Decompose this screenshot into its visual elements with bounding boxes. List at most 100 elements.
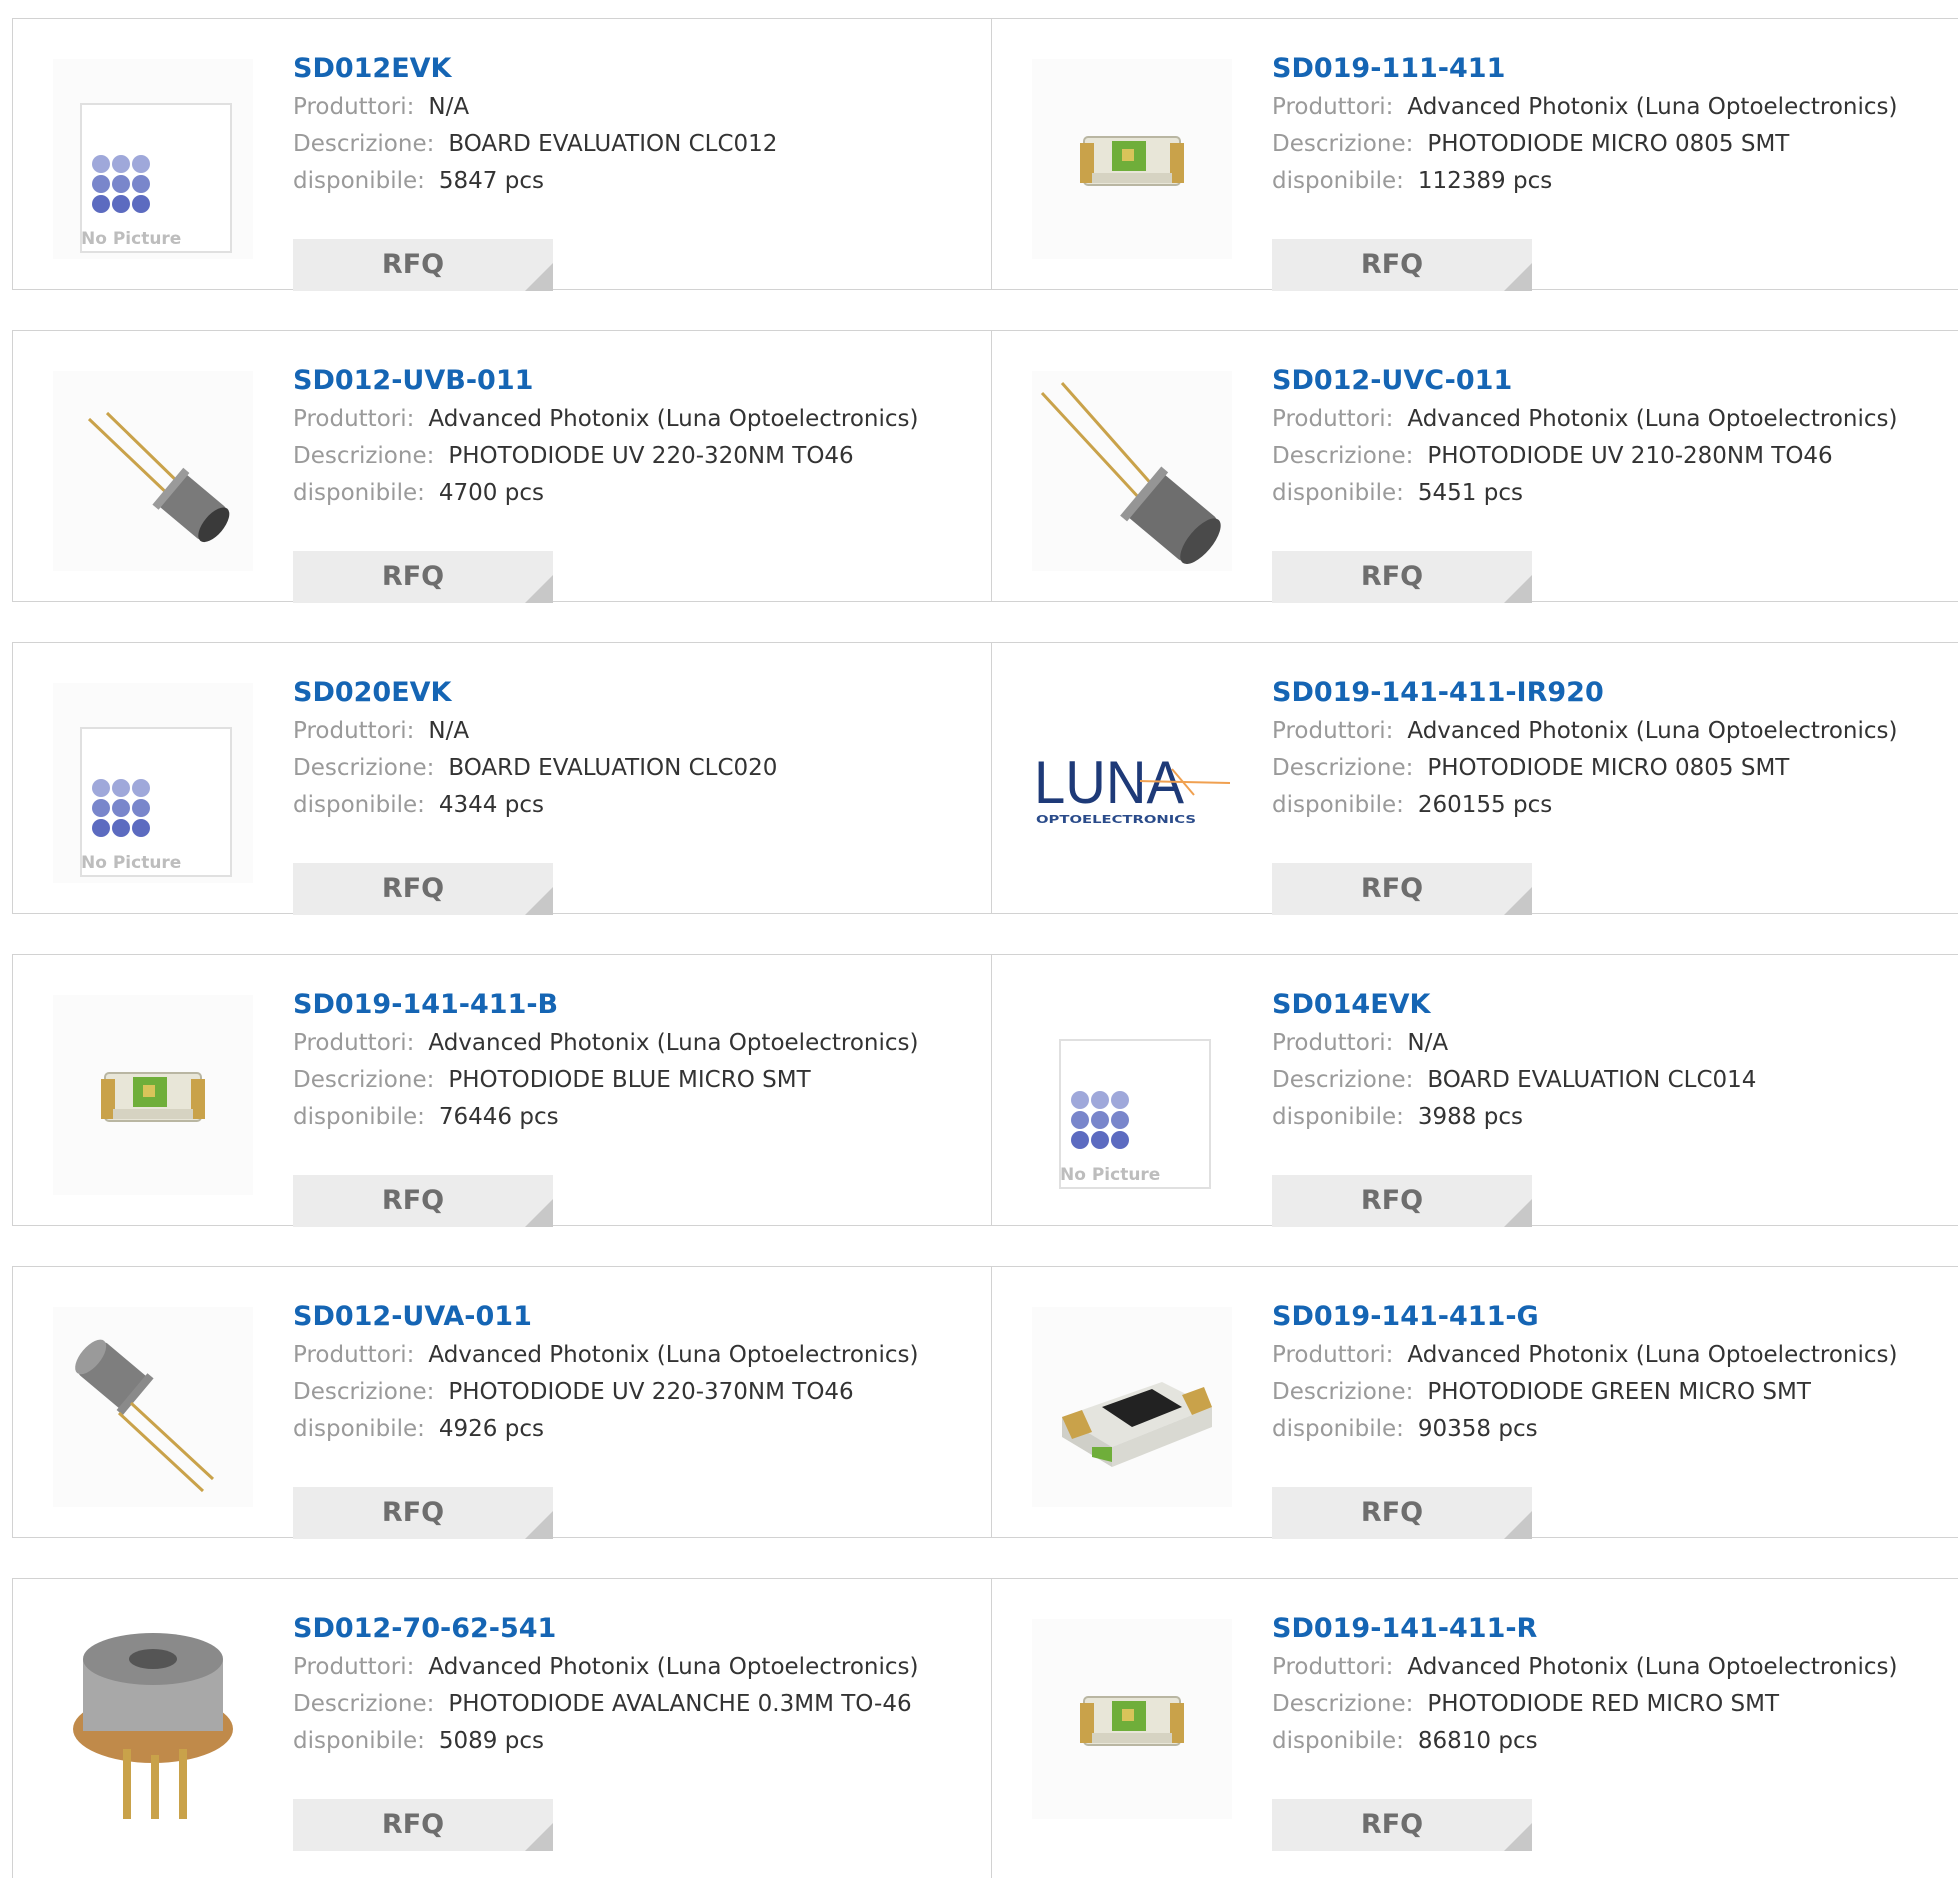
- manufacturer-value: Advanced Photonix (Luna Optoelectronics): [428, 1030, 919, 1056]
- corner-triangle-icon: [1504, 1199, 1532, 1227]
- rfq-button[interactable]: RFQ: [1272, 1487, 1532, 1539]
- rfq-button[interactable]: RFQ: [1272, 863, 1532, 915]
- rfq-button[interactable]: RFQ: [293, 1487, 553, 1539]
- product-image[interactable]: [53, 995, 253, 1195]
- svg-text:LUNA: LUNA: [1034, 749, 1184, 816]
- rfq-button[interactable]: RFQ: [293, 1175, 553, 1227]
- product-title-link[interactable]: SD019-141-411-B: [293, 985, 918, 1025]
- product-title-link[interactable]: SD019-141-411-G: [1272, 1297, 1897, 1337]
- to46-three-leads-icon: [73, 1633, 233, 1819]
- description-value: PHOTODIODE BLUE MICRO SMT: [448, 1067, 811, 1093]
- manufacturer-label: Produttori:: [1272, 1030, 1394, 1056]
- product-title-link[interactable]: SD019-111-411: [1272, 49, 1897, 89]
- product-image[interactable]: No Picture: [1032, 995, 1232, 1195]
- manufacturer-value: Advanced Photonix (Luna Optoelectronics): [1407, 406, 1898, 432]
- rfq-button-label: RFQ: [1360, 1185, 1424, 1216]
- description-line: Descrizione: BOARD EVALUATION CLC020: [293, 750, 777, 787]
- description-value: PHOTODIODE RED MICRO SMT: [1427, 1691, 1780, 1717]
- product-title-link[interactable]: SD014EVK: [1272, 985, 1756, 1025]
- product-title-link[interactable]: SD012-70-62-541: [293, 1609, 918, 1649]
- product-info: SD012EVK Produttori: N/A Descrizione: BOAR…: [293, 49, 777, 291]
- svg-text:OPTOELECTRONICS: OPTOELECTRONICS: [1036, 813, 1196, 826]
- corner-triangle-icon: [1504, 575, 1532, 603]
- stock-value: 76446 pcs: [438, 1104, 559, 1130]
- rfq-button-label: RFQ: [381, 1809, 445, 1840]
- manufacturer-value: Advanced Photonix (Luna Optoelectronics): [1407, 718, 1898, 744]
- stock-value: 5089 pcs: [438, 1728, 544, 1754]
- manufacturer-value: Advanced Photonix (Luna Optoelectronics): [428, 1654, 919, 1680]
- description-label: Descrizione:: [1272, 131, 1414, 157]
- svg-text:No Picture: No Picture: [81, 229, 181, 249]
- manufacturer-line: Produttori: Advanced Photonix (Luna Optoe…: [1272, 1337, 1897, 1374]
- product-card: No Picture SD014EVK Produttori: N/A Descr…: [992, 955, 1958, 1227]
- product-info: SD019-141-411-R Produttori: Advanced Phot…: [1272, 1609, 1897, 1851]
- stock-line: disponibile: 4926 pcs: [293, 1411, 918, 1448]
- manufacturer-label: Produttori:: [293, 718, 415, 744]
- rfq-button[interactable]: RFQ: [1272, 1175, 1532, 1227]
- no-picture-icon: No Picture: [80, 103, 232, 253]
- description-label: Descrizione:: [293, 755, 435, 781]
- product-image[interactable]: [53, 1307, 253, 1507]
- product-info: SD019-111-411 Produttori: Advanced Photon…: [1272, 49, 1897, 291]
- description-label: Descrizione:: [1272, 1691, 1414, 1717]
- description-value: PHOTODIODE GREEN MICRO SMT: [1427, 1379, 1811, 1405]
- rfq-button-label: RFQ: [381, 873, 445, 904]
- stock-label: disponibile:: [293, 1728, 425, 1754]
- product-card: SD019-141-411-G Produttori: Advanced Phot…: [992, 1267, 1958, 1539]
- product-card: SD012-UVB-011 Produttori: Advanced Photon…: [13, 331, 992, 603]
- description-line: Descrizione: PHOTODIODE UV 220-370NM TO46: [293, 1374, 918, 1411]
- stock-line: disponibile: 5847 pcs: [293, 163, 777, 200]
- stock-line: disponibile: 260155 pcs: [1272, 787, 1897, 824]
- product-image[interactable]: [53, 371, 253, 571]
- product-info: SD012-UVA-011 Produttori: Advanced Photon…: [293, 1297, 918, 1539]
- manufacturer-value: N/A: [428, 718, 470, 744]
- manufacturer-line: Produttori: Advanced Photonix (Luna Optoe…: [293, 1025, 918, 1062]
- rfq-button[interactable]: RFQ: [293, 863, 553, 915]
- product-image[interactable]: LUNA OPTOELECTRONICS: [1032, 683, 1232, 883]
- smt-photodiode-icon: [1080, 136, 1184, 186]
- product-title-link[interactable]: SD019-141-411-R: [1272, 1609, 1897, 1649]
- rfq-button[interactable]: RFQ: [293, 1799, 553, 1851]
- manufacturer-value: Advanced Photonix (Luna Optoelectronics): [428, 406, 919, 432]
- corner-triangle-icon: [525, 263, 553, 291]
- product-title-link[interactable]: SD012-UVB-011: [293, 361, 918, 401]
- stock-value: 4700 pcs: [438, 480, 544, 506]
- product-info: SD012-UVC-011 Produttori: Advanced Photon…: [1272, 361, 1898, 603]
- rfq-button[interactable]: RFQ: [1272, 1799, 1532, 1851]
- manufacturer-line: Produttori: Advanced Photonix (Luna Optoe…: [293, 1337, 918, 1374]
- manufacturer-line: Produttori: Advanced Photonix (Luna Optoe…: [293, 401, 918, 438]
- product-image[interactable]: [1032, 1619, 1232, 1819]
- rfq-button[interactable]: RFQ: [293, 239, 553, 291]
- product-title-link[interactable]: SD012EVK: [293, 49, 777, 89]
- product-card: LUNA OPTOELECTRONICS SD019-141-411-IR920…: [992, 643, 1958, 915]
- stock-value: 86810 pcs: [1417, 1728, 1538, 1754]
- product-image[interactable]: [1032, 1307, 1232, 1507]
- product-image[interactable]: [1032, 59, 1232, 259]
- product-image[interactable]: No Picture: [53, 683, 253, 883]
- rfq-button[interactable]: RFQ: [1272, 239, 1532, 291]
- stock-value: 260155 pcs: [1417, 792, 1553, 818]
- corner-triangle-icon: [525, 575, 553, 603]
- rfq-button[interactable]: RFQ: [293, 551, 553, 603]
- corner-triangle-icon: [525, 1199, 553, 1227]
- product-title-link[interactable]: SD020EVK: [293, 673, 777, 713]
- product-row: No Picture SD020EVK Produttori: N/A Descr…: [12, 642, 1958, 915]
- product-image[interactable]: [1032, 371, 1232, 571]
- corner-triangle-icon: [525, 887, 553, 915]
- product-title-link[interactable]: SD019-141-411-IR920: [1272, 673, 1897, 713]
- product-image[interactable]: [53, 1619, 253, 1819]
- stock-label: disponibile:: [1272, 1416, 1404, 1442]
- stock-line: disponibile: 4700 pcs: [293, 475, 918, 512]
- description-label: Descrizione:: [1272, 755, 1414, 781]
- product-image[interactable]: No Picture: [53, 59, 253, 259]
- product-row: SD012-UVA-011 Produttori: Advanced Photon…: [12, 1266, 1958, 1539]
- rfq-button-label: RFQ: [381, 561, 445, 592]
- rfq-button[interactable]: RFQ: [1272, 551, 1532, 603]
- product-title-link[interactable]: SD012-UVC-011: [1272, 361, 1897, 401]
- description-label: Descrizione:: [1272, 1379, 1414, 1405]
- product-title-link[interactable]: SD012-UVA-011: [293, 1297, 918, 1337]
- manufacturer-label: Produttori:: [293, 1030, 415, 1056]
- product-info: SD020EVK Produttori: N/A Descrizione: BOAR…: [293, 673, 777, 915]
- product-info: SD012-70-62-541 Produttori: Advanced Phot…: [293, 1609, 919, 1851]
- manufacturer-line: Produttori: N/A: [293, 89, 777, 126]
